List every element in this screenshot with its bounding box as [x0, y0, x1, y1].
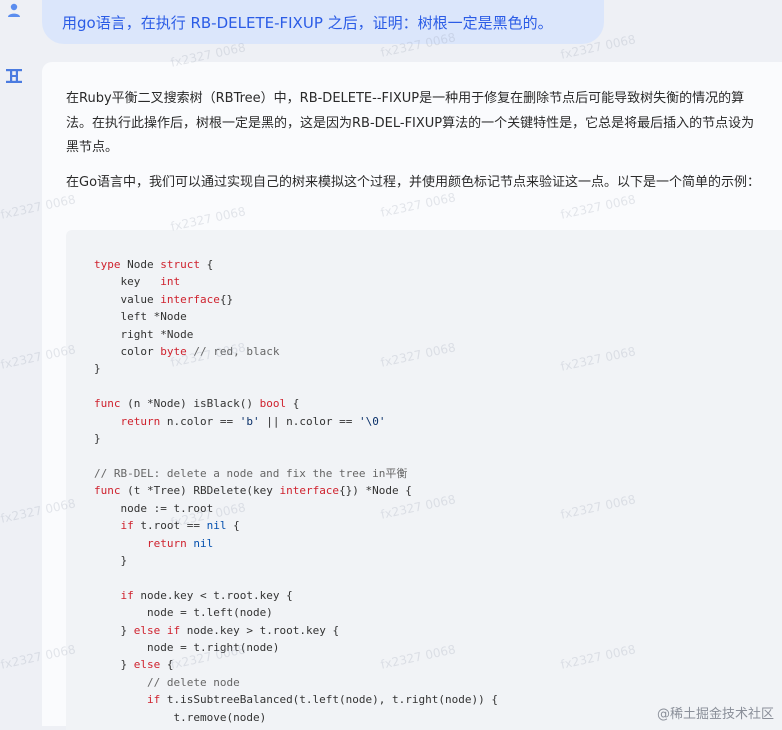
user-message-text: 用go语言，在执行 RB-DELETE-FIXUP 之后，证明：树根一定是黑色的… — [62, 13, 553, 32]
bot-logo-icon — [6, 69, 22, 83]
answer-paragraph: 在Ruby平衡二叉搜索树（RBTree）中，RB-DELETE--FIXUP是一… — [66, 91, 755, 155]
bot-answer-card: 在Ruby平衡二叉搜索树（RBTree）中，RB-DELETE--FIXUP是一… — [42, 62, 782, 730]
answer-paragraph: 在Go语言中，我们可以通过实现自己的树来模拟这个过程，并使用颜色标记节点来验证这… — [66, 175, 761, 190]
code-content: type Node struct { key int value interfa… — [94, 258, 498, 724]
user-message-bubble: 用go语言，在执行 RB-DELETE-FIXUP 之后，证明：树根一定是黑色的… — [42, 0, 604, 44]
code-block: type Node struct { key int value interfa… — [66, 230, 782, 730]
user-avatar — [4, 0, 24, 20]
user-icon — [8, 3, 20, 17]
footer-brand-watermark: @稀土掘金技术社区 — [656, 707, 774, 722]
bot-avatar — [3, 65, 25, 87]
